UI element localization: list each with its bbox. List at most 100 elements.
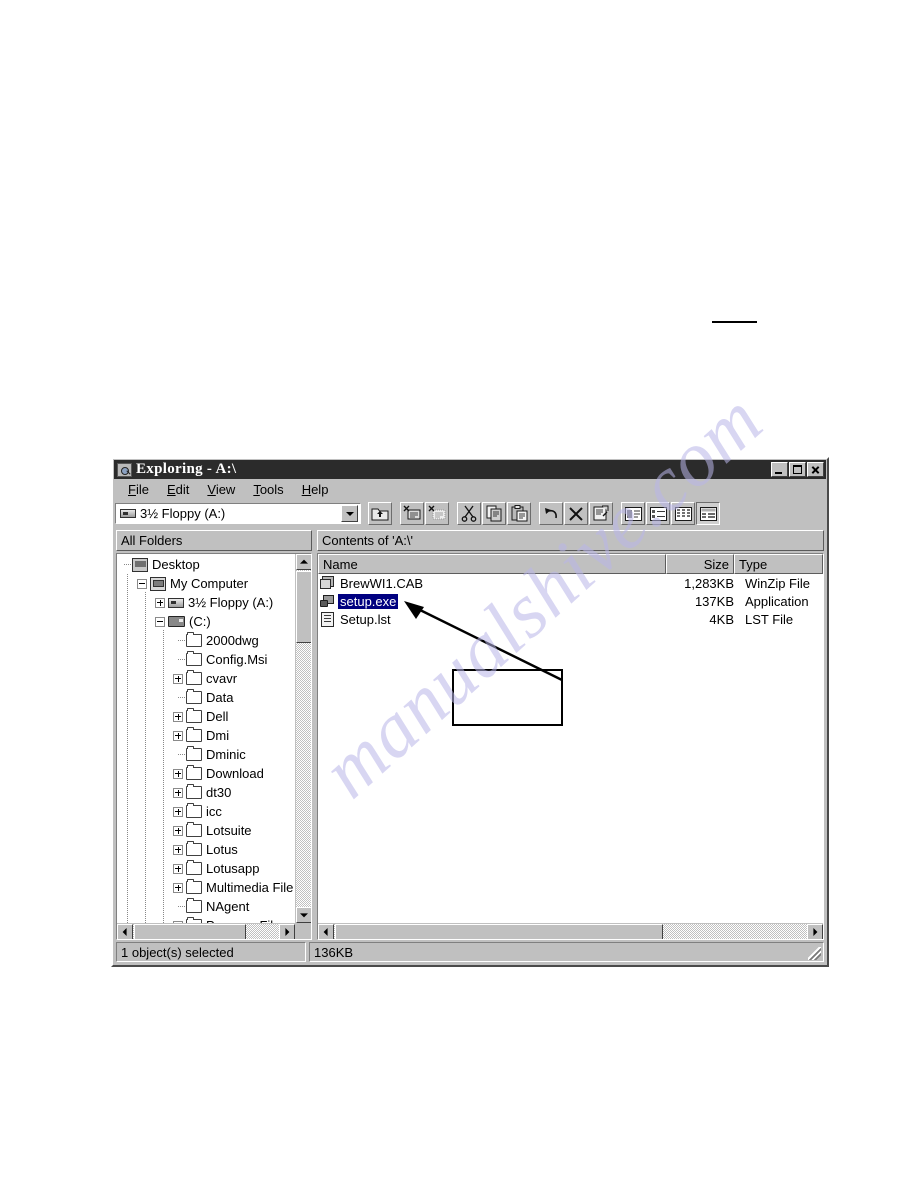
expand-plus-icon[interactable] — [173, 825, 183, 836]
lst-file-icon — [321, 611, 334, 627]
menu-file[interactable]: File — [121, 481, 160, 498]
cut-button[interactable] — [457, 502, 481, 525]
file-row[interactable]: BrewWI1.CAB 1,283KB WinZip File — [318, 574, 823, 592]
view-large-icons-button[interactable] — [621, 502, 645, 525]
tree-vertical-scroll-thumb[interactable] — [296, 571, 311, 643]
list-horizontal-scroll-thumb[interactable] — [335, 924, 663, 939]
copy-icon — [486, 505, 501, 522]
paste-button[interactable] — [507, 502, 531, 525]
tree-node-label: (C:) — [189, 614, 211, 629]
expand-plus-icon[interactable] — [173, 806, 183, 817]
expand-plus-icon[interactable] — [173, 730, 183, 741]
folder-icon — [186, 822, 202, 837]
tree-vertical-scrollbar[interactable] — [295, 554, 311, 923]
file-list-rows[interactable]: BrewWI1.CAB 1,283KB WinZip File setup.exe 13… — [318, 574, 823, 628]
map-network-drive-icon — [403, 505, 421, 520]
tree-node-label: Dell — [206, 709, 229, 724]
tree-scroll-corner — [295, 923, 311, 939]
folder-icon — [186, 746, 202, 761]
window-title: Exploring - A:\ — [136, 461, 237, 477]
my-computer-icon — [150, 576, 166, 591]
maximize-button[interactable] — [789, 462, 806, 477]
expand-plus-icon[interactable] — [173, 863, 183, 874]
file-type-cell: Application — [745, 593, 809, 609]
up-one-level-icon — [371, 508, 389, 521]
delete-x-icon — [569, 506, 583, 521]
floppy-drive-icon — [120, 509, 136, 518]
minimize-button[interactable] — [771, 462, 788, 477]
view-details-button[interactable] — [696, 502, 720, 525]
tree-horizontal-scrollbar[interactable] — [117, 923, 295, 939]
expand-plus-icon[interactable] — [173, 882, 183, 893]
tree-node[interactable]: Desktop — [119, 555, 295, 574]
collapse-minus-icon[interactable] — [155, 616, 165, 627]
disconnect-net-drive-button[interactable] — [425, 502, 449, 525]
tree-node[interactable]: My Computer — [119, 574, 295, 593]
map-network-drive-button[interactable] — [400, 502, 424, 525]
expand-plus-icon[interactable] — [155, 597, 165, 608]
tree-scroll-down-button[interactable] — [296, 907, 311, 923]
expand-plus-icon[interactable] — [173, 673, 183, 684]
folder-icon — [186, 765, 202, 780]
file-row[interactable]: setup.exe 137KB Application — [318, 592, 823, 610]
folder-icon — [186, 898, 202, 913]
floppy-drive-icon — [168, 597, 184, 608]
toolbar: 3½ Floppy (A:) — [113, 499, 827, 529]
list-view-icon — [674, 506, 692, 521]
resize-grip[interactable] — [808, 947, 821, 960]
desktop-icon — [132, 557, 148, 572]
menu-help[interactable]: Help — [295, 481, 340, 498]
tree-scroll-left-button[interactable] — [117, 924, 133, 939]
file-name-cell: BrewWI1.CAB — [318, 576, 666, 591]
menu-tools[interactable]: Tools — [246, 481, 294, 498]
folders-pane: All Folders Desktop My Computer 3½ Floppy … — [116, 530, 312, 940]
tree-scroll-up-button[interactable] — [296, 554, 311, 570]
column-header-size[interactable]: Size — [666, 554, 734, 574]
tree-scroll-right-button[interactable] — [279, 924, 295, 939]
view-small-icons-button[interactable] — [646, 502, 670, 525]
address-value: 3½ Floppy (A:) — [140, 506, 226, 521]
address-combobox[interactable]: 3½ Floppy (A:) — [115, 503, 361, 524]
tree-horizontal-scroll-thumb[interactable] — [134, 924, 246, 939]
delete-button[interactable] — [564, 502, 588, 525]
details-view-icon — [699, 506, 717, 521]
up-one-level-button[interactable] — [368, 502, 392, 525]
tree-node-label: 2000dwg — [206, 633, 259, 648]
menu-edit[interactable]: Edit — [160, 481, 200, 498]
folder-tree[interactable]: Desktop My Computer 3½ Floppy (A:) (C:) 2000… — [117, 554, 295, 923]
tree-connector — [173, 650, 186, 669]
folder-icon — [186, 860, 202, 875]
undo-button[interactable] — [539, 502, 563, 525]
collapse-minus-icon[interactable] — [137, 578, 147, 589]
properties-button[interactable] — [589, 502, 613, 525]
tree-guide-line — [127, 574, 128, 923]
column-header-name[interactable]: Name — [318, 554, 666, 574]
chevron-down-icon[interactable] — [341, 505, 358, 522]
expand-plus-icon[interactable] — [173, 768, 183, 779]
expand-plus-icon[interactable] — [173, 844, 183, 855]
list-horizontal-scrollbar[interactable] — [318, 923, 823, 939]
exe-file-icon — [320, 594, 335, 608]
folder-icon — [186, 727, 202, 742]
list-scroll-right-button[interactable] — [807, 924, 823, 939]
close-button[interactable] — [807, 462, 824, 477]
expand-plus-icon[interactable] — [173, 787, 183, 798]
folder-icon — [186, 632, 202, 647]
file-size-cell: 4KB — [709, 611, 734, 627]
folder-icon — [186, 803, 202, 818]
large-icons-icon — [624, 506, 642, 521]
expand-plus-icon[interactable] — [173, 711, 183, 722]
tree-guide-line — [163, 630, 164, 923]
tree-node-label: Multimedia File — [206, 880, 294, 895]
copy-button[interactable] — [482, 502, 506, 525]
column-header-type[interactable]: Type — [734, 554, 823, 574]
list-scroll-left-button[interactable] — [318, 924, 334, 939]
window-titlebar[interactable]: Exploring - A:\ — [114, 460, 826, 479]
cab-file-icon — [320, 576, 335, 590]
menu-view[interactable]: View — [200, 481, 246, 498]
tree-node-label: 3½ Floppy (A:) — [188, 595, 274, 610]
view-list-button[interactable] — [671, 502, 695, 525]
file-type-cell: WinZip File — [745, 575, 811, 591]
tree-node-label: Data — [206, 690, 234, 705]
file-row[interactable]: Setup.lst 4KB LST File — [318, 610, 823, 628]
